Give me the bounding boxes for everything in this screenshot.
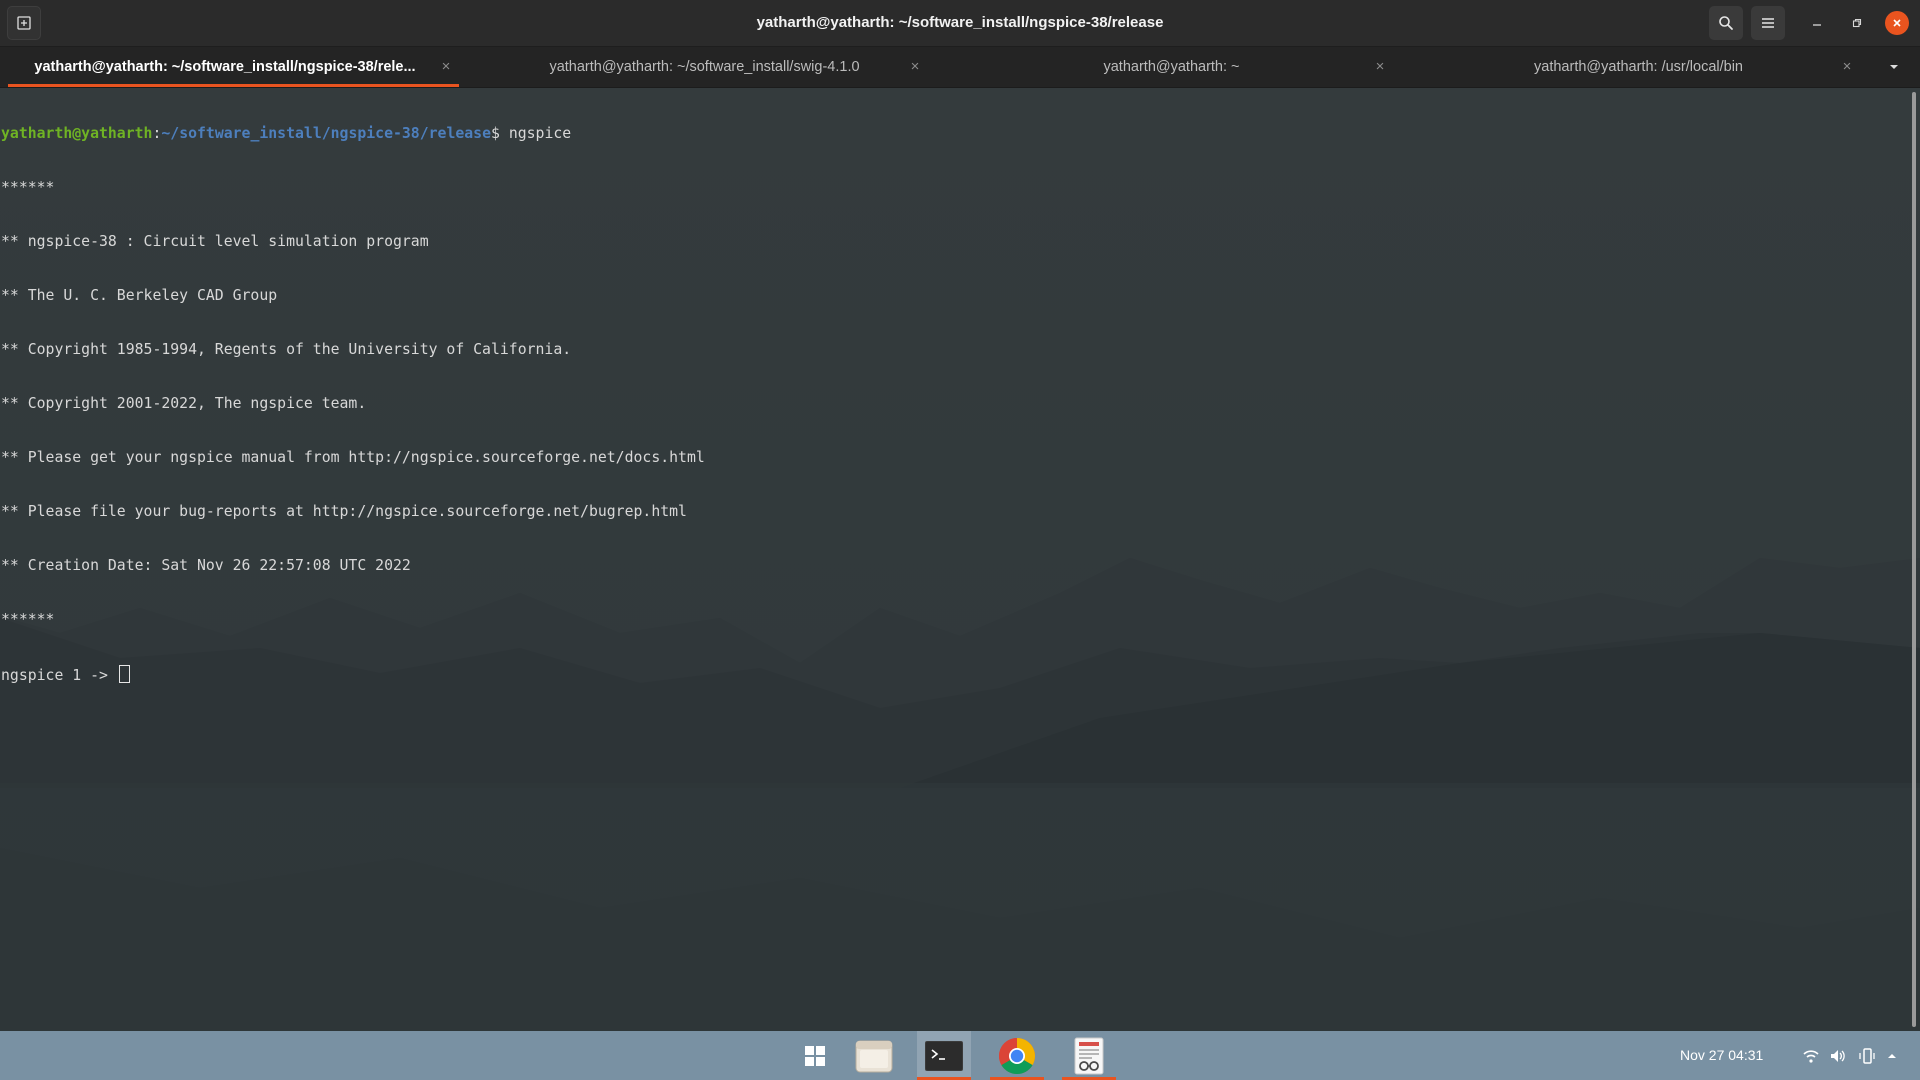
tab-home[interactable]: yatharth@yatharth: ~ × — [934, 47, 1401, 87]
text-cursor — [118, 665, 130, 683]
show-apps-button[interactable] — [788, 1031, 842, 1080]
tab-label: yatharth@yatharth: ~/software_install/sw… — [549, 59, 860, 75]
chevron-up-icon[interactable] — [1882, 1046, 1902, 1066]
output-line: ** Creation Date: Sat Nov 26 22:57:08 UT… — [1, 557, 411, 574]
app-grid-icon — [805, 1045, 825, 1066]
output-line: ****** — [1, 611, 55, 628]
scrollbar-thumb[interactable] — [1912, 92, 1916, 1027]
dock-document-viewer[interactable] — [1062, 1031, 1116, 1080]
tab-label: yatharth@yatharth: ~ — [1103, 59, 1240, 75]
restore-button[interactable] — [1845, 11, 1869, 35]
tab-usr-local-bin[interactable]: yatharth@yatharth: /usr/local/bin × — [1401, 47, 1868, 87]
chrome-icon — [998, 1037, 1036, 1074]
terminal-view[interactable]: yatharth@yatharth:~/software_install/ngs… — [0, 88, 1920, 1031]
tab-close-icon[interactable]: × — [437, 58, 455, 76]
document-viewer-icon — [1074, 1037, 1104, 1074]
tab-label: yatharth@yatharth: /usr/local/bin — [1534, 59, 1743, 75]
files-folder-icon — [855, 1040, 893, 1072]
tab-bar: yatharth@yatharth: ~/software_install/ng… — [0, 47, 1920, 88]
new-tab-icon — [17, 16, 31, 30]
window-headerbar: yatharth@yatharth: ~/software_install/ng… — [0, 0, 1920, 47]
active-tab-indicator — [8, 84, 459, 87]
output-line: ** The U. C. Berkeley CAD Group — [1, 287, 278, 304]
volume-icon[interactable] — [1828, 1046, 1848, 1066]
window-title: yatharth@yatharth: ~/software_install/ng… — [756, 14, 1164, 31]
hamburger-icon — [1762, 18, 1774, 28]
dock-files[interactable] — [847, 1031, 901, 1080]
search-button[interactable] — [1709, 6, 1743, 40]
clock[interactable]: Nov 27 04:31 — [1680, 1031, 1763, 1080]
tab-close-icon[interactable]: × — [1838, 58, 1856, 76]
dock-terminal[interactable] — [917, 1031, 971, 1080]
dock-chrome[interactable] — [990, 1031, 1044, 1080]
minimize-button[interactable] — [1805, 11, 1829, 35]
output-line: ** Please get your ngspice manual from h… — [1, 449, 705, 466]
close-window-button[interactable] — [1885, 11, 1909, 35]
tab-label: yatharth@yatharth: ~/software_install/ng… — [34, 59, 416, 75]
ngspice-prompt-line: ngspice 1 -> — [1, 665, 705, 684]
output-line: ** Copyright 2001-2022, The ngspice team… — [1, 395, 367, 412]
desktop: yatharth@yatharth: ~/software_install/ng… — [0, 0, 1920, 1080]
close-icon — [1893, 19, 1901, 27]
output-line: ****** — [1, 179, 55, 196]
phone-connect-icon[interactable] — [1857, 1046, 1877, 1066]
minimize-icon — [1813, 24, 1821, 26]
network-icon[interactable] — [1801, 1046, 1821, 1066]
prompt-user: yatharth@yatharth — [1, 125, 153, 142]
hamburger-menu-button[interactable] — [1751, 6, 1785, 40]
terminal-text: yatharth@yatharth:~/software_install/ngs… — [1, 89, 705, 719]
tab-ngspice-release[interactable]: yatharth@yatharth: ~/software_install/ng… — [0, 47, 467, 87]
chevron-down-icon — [1890, 65, 1898, 69]
tab-swig[interactable]: yatharth@yatharth: ~/software_install/sw… — [467, 47, 934, 87]
output-line: ** ngspice-38 : Circuit level simulation… — [1, 233, 429, 250]
output-line: ** Copyright 1985-1994, Regents of the U… — [1, 341, 572, 358]
shell-prompt-line: yatharth@yatharth:~/software_install/ngs… — [1, 125, 705, 143]
output-line: ** Please file your bug-reports at http:… — [1, 503, 687, 520]
search-icon — [1719, 16, 1733, 30]
tab-overflow-button[interactable] — [1884, 57, 1904, 77]
prompt-symbol: $ — [491, 125, 509, 142]
restore-icon — [1852, 18, 1862, 28]
terminal-scrollbar[interactable] — [1908, 88, 1920, 1031]
dock-panel: Nov 27 04:31 — [0, 1031, 1920, 1080]
tab-close-icon[interactable]: × — [1371, 58, 1389, 76]
command-text: ngspice — [508, 125, 572, 142]
prompt-path: ~/software_install/ngspice-38/release — [161, 125, 491, 142]
tab-close-icon[interactable]: × — [906, 58, 924, 76]
new-tab-button[interactable] — [7, 6, 41, 40]
terminal-icon — [925, 1040, 963, 1071]
ngspice-prompt: ngspice 1 -> — [1, 667, 117, 684]
